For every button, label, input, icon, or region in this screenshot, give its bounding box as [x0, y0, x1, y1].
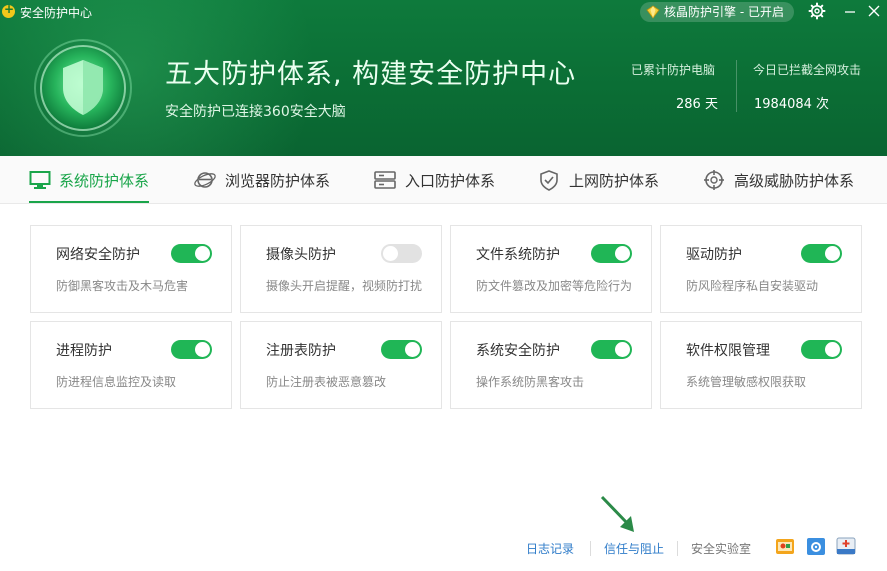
- browser-e-icon: [194, 172, 216, 188]
- toggle-knob: [195, 342, 210, 357]
- monitor-icon: [29, 171, 51, 189]
- entrance-box-icon: [374, 171, 396, 189]
- gear-icon[interactable]: [808, 2, 826, 20]
- protection-card-title: 系统安全防护: [476, 343, 560, 359]
- hero-headline: 五大防护体系, 构建安全防护中心: [165, 59, 577, 90]
- protection-card-description: 摄像头开启提醒，视频防打扰: [266, 279, 423, 293]
- protection-card-description: 系统管理敏感权限获取: [686, 375, 807, 389]
- protection-toggle-switch[interactable]: [171, 244, 212, 263]
- tab-label: 浏览器防护体系: [225, 171, 331, 190]
- protection-toggle-switch[interactable]: [171, 340, 212, 359]
- toggle-knob: [615, 246, 630, 261]
- stat-divider: [736, 60, 737, 112]
- annotation-arrow: [600, 495, 634, 532]
- engine-status-badge[interactable]: 核晶防护引擎 - 已开启: [640, 2, 794, 22]
- protection-card-description: 防止注册表被恶意篡改: [266, 375, 387, 389]
- minimize-icon[interactable]: [842, 4, 858, 20]
- protection-card-description: 防御黑客攻击及木马危害: [56, 279, 189, 293]
- stat-blocked-attacks-value: 1984084 次: [754, 97, 830, 112]
- protection-card-title: 注册表防护: [266, 343, 336, 359]
- protection-toggle-switch[interactable]: [801, 244, 842, 263]
- close-icon[interactable]: [866, 3, 882, 19]
- header-banner: 安全防护中心 核晶防护引擎 - 已开启: [0, 0, 887, 156]
- app-logo-icon: [2, 2, 15, 18]
- protection-card-title: 文件系统防护: [476, 247, 560, 263]
- tab-label: 高级威胁防护体系: [734, 171, 855, 190]
- protection-card: 网络安全防护防御黑客攻击及木马危害: [30, 225, 232, 313]
- log-records-link[interactable]: 日志记录: [526, 540, 574, 557]
- shield-emblem-icon: [34, 39, 132, 137]
- protection-card-description: 防文件篡改及加密等危险行为: [476, 279, 633, 293]
- security-lab-link[interactable]: 安全实验室: [691, 540, 751, 557]
- tab-label: 入口防护体系: [405, 171, 496, 190]
- tab-entrance-protection[interactable]: 入口防护体系: [373, 156, 495, 204]
- protection-card: 摄像头防护摄像头开启提醒，视频防打扰: [240, 225, 442, 313]
- protection-toggle-switch[interactable]: [381, 340, 422, 359]
- toggle-knob: [195, 246, 210, 261]
- toggle-knob: [405, 342, 420, 357]
- hero-subline: 安全防护已连接360安全大脑: [165, 104, 346, 120]
- protection-card: 系统安全防护操作系统防黑客攻击: [450, 321, 652, 409]
- stat-blocked-attacks-label: 今日已拦截全网攻击: [753, 63, 862, 77]
- firstaid-app-icon[interactable]: [836, 536, 856, 556]
- crystal-gem-icon: [646, 5, 660, 19]
- footer-separator: [677, 541, 678, 556]
- toggle-knob: [825, 342, 840, 357]
- protection-card-title: 驱动防护: [686, 247, 742, 263]
- protection-card-description: 防进程信息监控及读取: [56, 375, 177, 389]
- toggle-knob: [615, 342, 630, 357]
- protection-toggle-switch[interactable]: [591, 340, 632, 359]
- engine-status-label: 核晶防护引擎 - 已开启: [664, 5, 784, 19]
- protection-card-description: 操作系统防黑客攻击: [476, 375, 585, 389]
- protection-toggle-switch[interactable]: [591, 244, 632, 263]
- protection-card: 软件权限管理系统管理敏感权限获取: [660, 321, 862, 409]
- protection-card: 注册表防护防止注册表被恶意篡改: [240, 321, 442, 409]
- title-bar: 安全防护中心 核晶防护引擎 - 已开启: [0, 0, 887, 24]
- protection-card: 驱动防护防风险程序私自安装驱动: [660, 225, 862, 313]
- window-title: 安全防护中心: [20, 6, 93, 20]
- protection-card: 进程防护防进程信息监控及读取: [30, 321, 232, 409]
- tab-advanced-threat-protection[interactable]: 高级威胁防护体系: [702, 156, 854, 204]
- tab-browser-protection[interactable]: 浏览器防护体系: [193, 156, 330, 204]
- settings-app-icon[interactable]: [806, 536, 826, 556]
- crosshair-icon: [704, 170, 724, 190]
- toggle-knob: [825, 246, 840, 261]
- footer-separator: [590, 541, 591, 556]
- stat-protected-days-value: 286 天: [676, 97, 718, 112]
- protection-card-title: 摄像头防护: [266, 247, 336, 263]
- tab-internet-protection[interactable]: 上网防护体系: [537, 156, 659, 204]
- protection-card: 文件系统防护防文件篡改及加密等危险行为: [450, 225, 652, 313]
- protection-card-title: 进程防护: [56, 343, 112, 359]
- shield-check-icon: [540, 170, 558, 191]
- tab-label: 上网防护体系: [569, 171, 660, 190]
- protection-toggle-switch[interactable]: [801, 340, 842, 359]
- protection-card-title: 软件权限管理: [686, 343, 770, 359]
- protection-card-description: 防风险程序私自安装驱动: [686, 279, 819, 293]
- protection-card-title: 网络安全防护: [56, 247, 140, 263]
- protection-toggle-switch[interactable]: [381, 244, 422, 263]
- lab-app-icon[interactable]: [775, 536, 795, 556]
- stat-protected-days-label: 已累计防护电脑: [631, 63, 716, 77]
- toggle-knob: [383, 246, 398, 261]
- tab-system-protection[interactable]: 系统防护体系: [29, 156, 150, 204]
- trust-and-block-link[interactable]: 信任与阻止: [604, 540, 664, 557]
- tab-label: 系统防护体系: [59, 171, 150, 190]
- protection-tabs: 系统防护体系 浏览器防护体系 入口防护体系 上网防护体系 高级威胁防护体系: [0, 156, 887, 204]
